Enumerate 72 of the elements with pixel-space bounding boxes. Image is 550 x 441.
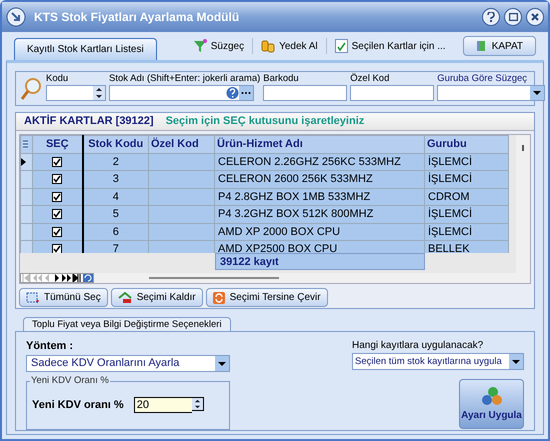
grid-title: AKTİF KARTLAR [39122] [24, 114, 154, 130]
table-cell: İŞLEMCİ [424, 170, 508, 188]
door-icon [476, 40, 488, 52]
input-field[interactable] [109, 85, 254, 101]
field-label: Özel Kod [350, 73, 390, 85]
currency-icon [480, 386, 502, 406]
table-cell: 5 [82, 206, 148, 223]
scope-dropdown[interactable]: Seçilen tüm stok kayıtlarına uygula [352, 353, 524, 370]
close-button[interactable]: KAPAT [462, 36, 536, 56]
input-field[interactable] [46, 85, 106, 101]
toolbar-button[interactable]: Süzgeç [192, 38, 244, 54]
funnel-icon [192, 39, 207, 53]
column-chooser-icon[interactable] [21, 139, 29, 150]
spin-icon [192, 397, 204, 412]
vertical-scrollbar[interactable] [516, 135, 530, 283]
record-count: 39122 kayıt [215, 253, 425, 270]
column-header[interactable]: Stok Kodu [82, 136, 148, 153]
checkbox[interactable] [52, 209, 62, 220]
window-title: KTS Stok Fiyatları Ayarlama Modülü [34, 9, 240, 26]
coins-icon [261, 39, 276, 53]
input-field[interactable] [350, 85, 434, 101]
method-dropdown[interactable]: Sadece KDV Oranlarını Ayarla [26, 354, 230, 372]
column-header[interactable]: Ürün-Hizmet Adı [214, 136, 424, 153]
refresh-icon[interactable] [83, 274, 93, 282]
checkbox[interactable] [52, 156, 62, 167]
apply-button[interactable]: Ayarı Uygula [459, 379, 524, 429]
checkbox[interactable] [52, 192, 62, 202]
help-button[interactable] [482, 8, 500, 26]
close-button[interactable] [526, 8, 544, 26]
kdv-rate-label: Yeni KDV oranı % [32, 398, 124, 413]
selection-button[interactable]: Seçimi Tersine Çevir [206, 288, 328, 307]
app-icon [6, 7, 26, 27]
selection-button[interactable]: Tümünü Seç [19, 288, 108, 307]
kdv-rate-field[interactable]: 20 [134, 397, 192, 414]
table-cell: İŞLEMCİ [424, 206, 508, 223]
field-label: Stok Adı (Shift+Enter: jokerli arama) [109, 73, 260, 85]
horizontal-scrollbar[interactable] [149, 277, 279, 279]
spin-icon [93, 86, 105, 100]
maximize-icon [508, 13, 518, 21]
checkbox[interactable] [52, 226, 62, 237]
toolbar-button[interactable]: Seçilen Kartlar için ... [334, 38, 446, 54]
options-tab[interactable]: Toplu Fiyat veya Bilgi Değiştirme Seçenekleri [23, 317, 231, 331]
checkbox[interactable] [52, 244, 62, 253]
field-label: Guruba Göre Süzgeç [437, 73, 528, 85]
navigator-bar[interactable] [20, 273, 94, 283]
toolbar-button[interactable]: Yedek Al [261, 38, 318, 54]
column-header[interactable]: Gurubu [424, 136, 508, 153]
table-cell: 3 [82, 170, 148, 188]
checkbox[interactable] [52, 174, 62, 184]
scope-label: Hangi kayıtlara uygulanacak? [352, 339, 484, 353]
column-header[interactable]: Özel Kod [148, 136, 214, 153]
method-label: Yöntem : [26, 339, 74, 354]
table-cell: CELERON 2600 256K 533MHZ [214, 170, 424, 188]
input-field[interactable] [263, 85, 348, 101]
close-icon [531, 13, 539, 21]
table-cell: P4 3.2GHZ BOX 512K 800MHZ [214, 206, 424, 223]
group-dropdown[interactable] [437, 85, 546, 101]
maximize-button[interactable] [504, 8, 522, 26]
help-icon [226, 86, 239, 100]
selection-button[interactable]: Seçimi Kaldır [110, 288, 203, 307]
search-icon [20, 77, 42, 101]
erase-icon [118, 292, 132, 304]
help-icon [487, 12, 495, 22]
last-record-icon[interactable] [72, 274, 83, 282]
field-label: Barkodu [263, 73, 300, 85]
select-all-icon [26, 292, 39, 304]
swap-icon [212, 292, 225, 304]
tab[interactable]: Kayıtlı Stok Kartları Listesi [14, 38, 157, 60]
checklist-icon [334, 39, 348, 53]
field-label: Kodu [46, 73, 70, 85]
ellipsis-icon [239, 86, 253, 100]
grid-hint: Seçim için SEÇ kutusunu işaretleyiniz [166, 114, 364, 130]
